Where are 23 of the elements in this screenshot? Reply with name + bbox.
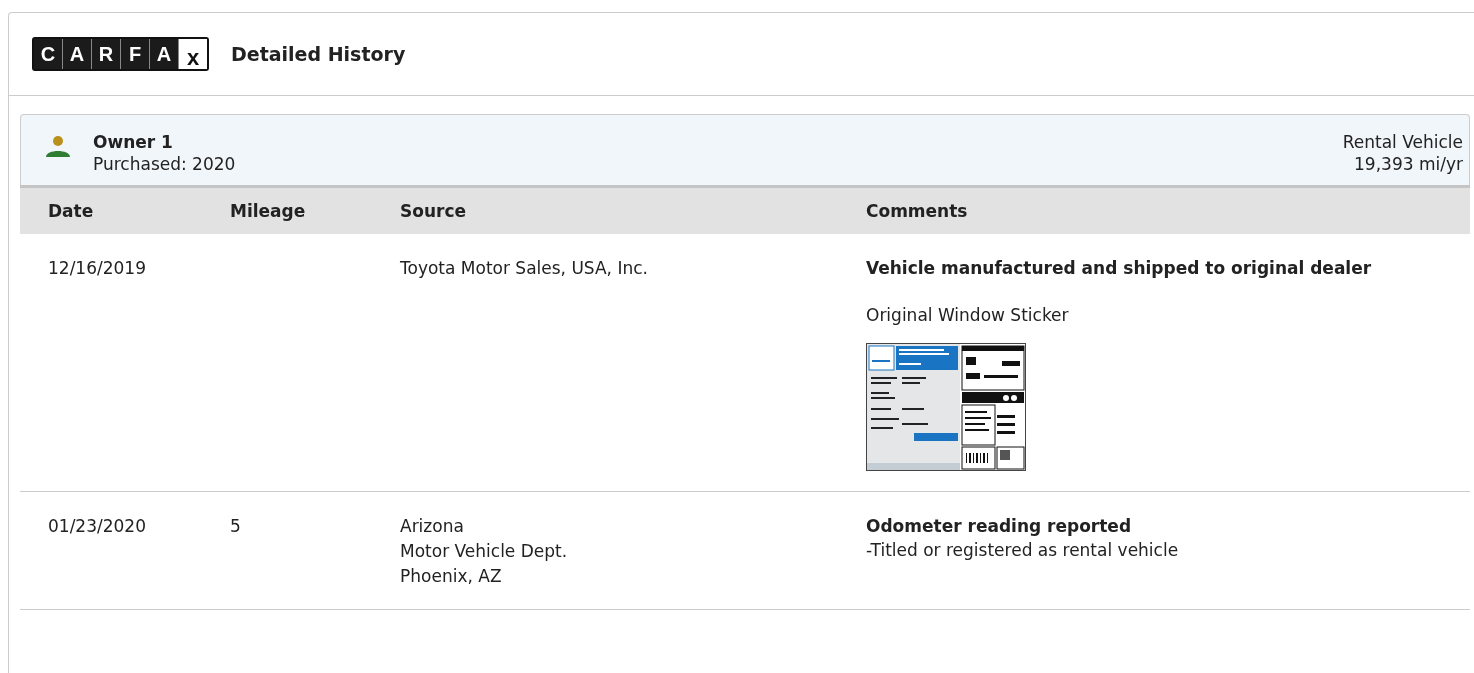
owner-name: Owner 1 bbox=[93, 131, 174, 153]
annual-mileage: 19,393 mi/yr bbox=[1354, 153, 1463, 175]
vehicle-type: Rental Vehicle bbox=[1342, 131, 1463, 153]
date-cell-text: 12/16/2019 bbox=[47, 257, 147, 280]
source-line: Phoenix, AZ bbox=[400, 565, 503, 588]
carfax-logo: C A R F A x bbox=[32, 37, 209, 71]
comment-headline: Vehicle manufactured and shipped to original dealer bbox=[866, 257, 1373, 280]
source-line: Motor Vehicle Dept. bbox=[400, 540, 569, 563]
column-header: Mileage bbox=[230, 201, 307, 221]
sticker-caption: Original Window Sticker bbox=[866, 304, 1070, 327]
section-title: Detailed History bbox=[231, 43, 406, 65]
column-header: Date bbox=[47, 201, 95, 221]
window-sticker-drawing[interactable] bbox=[866, 343, 1026, 471]
source-line: Toyota Motor Sales, USA, Inc. bbox=[400, 257, 649, 280]
purchase-date: Purchased: 2020 bbox=[93, 153, 236, 175]
date-cell-text: 01/23/2020 bbox=[47, 515, 147, 538]
comment-headline: Odometer reading reported bbox=[866, 515, 1133, 538]
source-line: Arizona bbox=[400, 515, 465, 538]
comment-detail: -Titled or registered as rental vehicle bbox=[866, 539, 1180, 562]
person-icon bbox=[45, 135, 71, 157]
column-header: Source bbox=[400, 201, 468, 221]
mileage-cell: 5 bbox=[230, 516, 241, 536]
column-header: Comments bbox=[866, 201, 969, 221]
